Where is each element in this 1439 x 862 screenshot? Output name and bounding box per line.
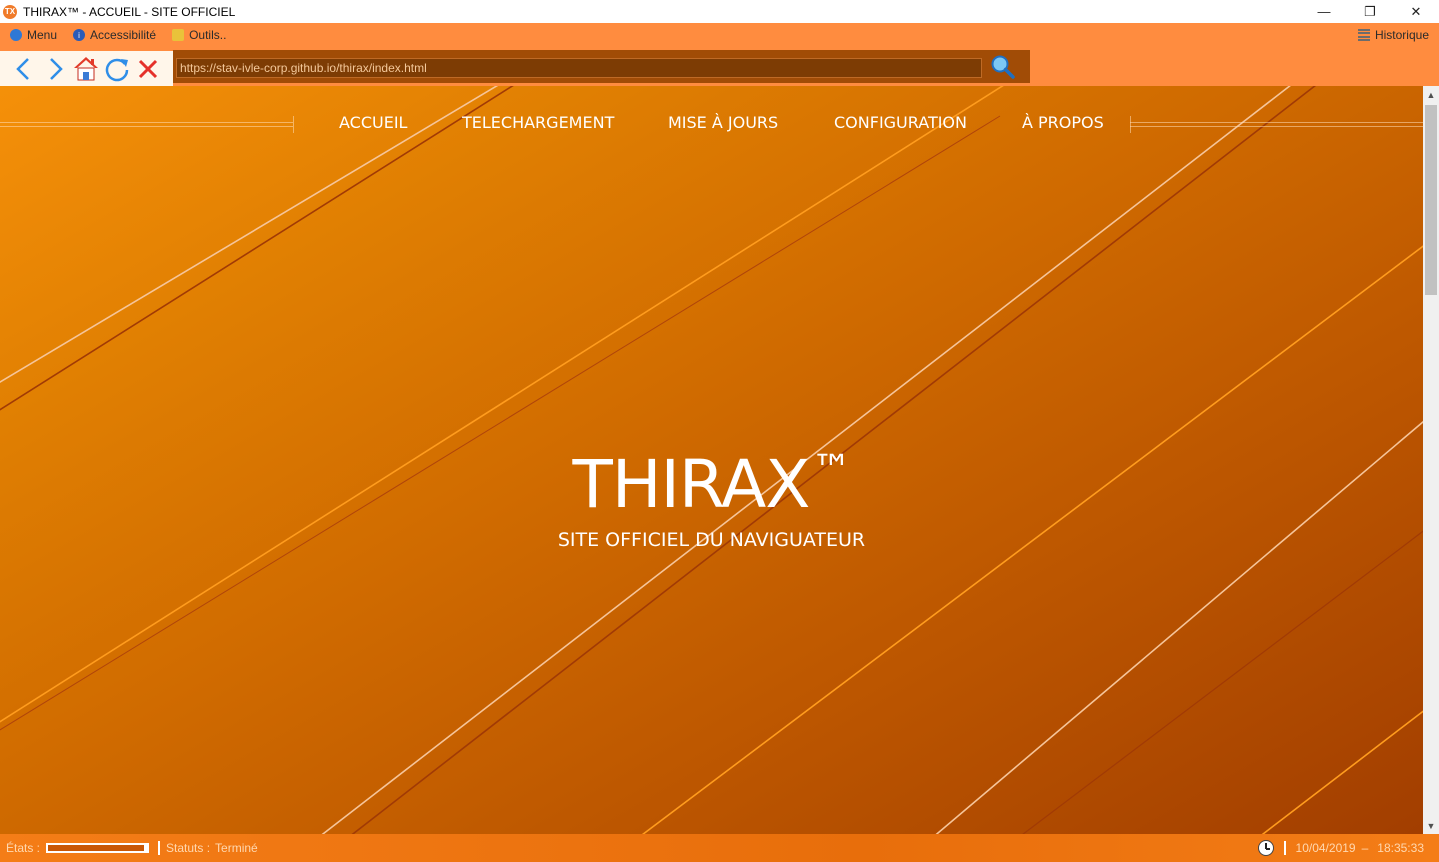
trademark-symbol: ™ bbox=[811, 447, 851, 493]
status-bar: États : Statuts : Terminé 10/04/2019 – 1… bbox=[0, 834, 1439, 862]
nav-link-mise-a-jours[interactable]: MISE À JOURS bbox=[668, 113, 778, 132]
browser-window: TX THIRAX™ - ACCUEIL - SITE OFFICIEL — ❐… bbox=[0, 0, 1439, 862]
back-icon bbox=[15, 57, 29, 80]
window-title: THIRAX™ - ACCUEIL - SITE OFFICIEL bbox=[23, 4, 236, 19]
nav-link-accueil[interactable]: ACCUEIL bbox=[339, 113, 407, 132]
status-separator bbox=[1283, 841, 1286, 855]
minimize-button[interactable]: — bbox=[1301, 0, 1347, 23]
statuts-value: Terminé bbox=[215, 841, 258, 855]
status-clock-area: 10/04/2019 – 18:35:33 bbox=[1257, 834, 1424, 862]
app-icon: TX bbox=[3, 4, 17, 19]
site-navigation: ACCUEIL TELECHARGEMENT MISE À JOURS CONF… bbox=[0, 108, 1423, 140]
hero-title: THIRAX™ bbox=[0, 446, 1423, 523]
status-time: 18:35:33 bbox=[1377, 841, 1424, 855]
menu-item-menu[interactable]: Menu bbox=[10, 28, 57, 42]
history-button[interactable]: Historique bbox=[1357, 23, 1429, 47]
scroll-up-button[interactable]: ▲ bbox=[1423, 86, 1439, 103]
refresh-button[interactable] bbox=[101, 53, 132, 84]
nav-toolbar bbox=[0, 47, 1439, 86]
search-button[interactable] bbox=[988, 53, 1018, 81]
title-bar: TX THIRAX™ - ACCUEIL - SITE OFFICIEL — ❐… bbox=[0, 0, 1439, 23]
refresh-icon bbox=[105, 58, 128, 81]
scroll-thumb[interactable] bbox=[1425, 105, 1437, 295]
restore-button[interactable]: ❐ bbox=[1347, 0, 1393, 23]
accessibility-icon: i bbox=[73, 29, 86, 41]
stop-button[interactable] bbox=[132, 53, 163, 84]
menu-item-label: Menu bbox=[27, 28, 58, 42]
forward-button[interactable] bbox=[39, 53, 70, 84]
url-input[interactable] bbox=[176, 58, 982, 78]
vertical-scrollbar[interactable]: ▲ ▼ bbox=[1423, 86, 1439, 834]
history-icon bbox=[1357, 29, 1370, 41]
window-controls: — ❐ ✕ bbox=[1301, 0, 1439, 23]
hero-title-text: THIRAX bbox=[572, 446, 811, 523]
nav-link-a-propos[interactable]: À PROPOS bbox=[1022, 113, 1104, 132]
home-button[interactable] bbox=[70, 53, 101, 84]
clock-icon bbox=[1257, 840, 1274, 856]
forward-icon bbox=[49, 57, 63, 80]
home-icon bbox=[73, 56, 98, 80]
nav-link-configuration[interactable]: CONFIGURATION bbox=[834, 113, 967, 132]
nav-rule-cap bbox=[293, 116, 294, 133]
menu-item-label: Accessibilité bbox=[90, 28, 157, 42]
tools-icon bbox=[172, 29, 185, 41]
stop-icon bbox=[138, 59, 157, 78]
status-separator bbox=[158, 841, 161, 855]
load-progress-bar bbox=[46, 843, 150, 853]
status-dash: – bbox=[1361, 841, 1369, 855]
close-button[interactable]: ✕ bbox=[1393, 0, 1439, 23]
history-label: Historique bbox=[1374, 28, 1429, 42]
search-icon bbox=[991, 55, 1015, 79]
etats-label: États : bbox=[6, 841, 41, 855]
load-progress-fill bbox=[48, 845, 145, 851]
nav-link-telechargement[interactable]: TELECHARGEMENT bbox=[462, 113, 614, 132]
menu-bar: Menu i Accessibilité Outils.. Historique bbox=[0, 23, 1439, 47]
statuts-label: Statuts : bbox=[166, 841, 211, 855]
menu-item-accessibility[interactable]: i Accessibilité bbox=[73, 28, 156, 42]
hero-subtitle: SITE OFFICIEL DU NAVIGUATEUR bbox=[557, 529, 866, 551]
page-content: ACCUEIL TELECHARGEMENT MISE À JOURS CONF… bbox=[0, 86, 1423, 834]
address-bar bbox=[173, 50, 1030, 83]
menu-item-tools[interactable]: Outils.. bbox=[172, 28, 226, 42]
scroll-down-button[interactable]: ▼ bbox=[1423, 817, 1439, 834]
nav-rule-left bbox=[0, 122, 293, 127]
menu-item-label: Outils.. bbox=[189, 28, 227, 42]
status-date: 10/04/2019 bbox=[1295, 841, 1356, 855]
nav-rule-right bbox=[1130, 122, 1423, 127]
nav-buttons bbox=[0, 51, 173, 86]
back-button[interactable] bbox=[8, 53, 39, 84]
menu-icon bbox=[10, 29, 22, 41]
